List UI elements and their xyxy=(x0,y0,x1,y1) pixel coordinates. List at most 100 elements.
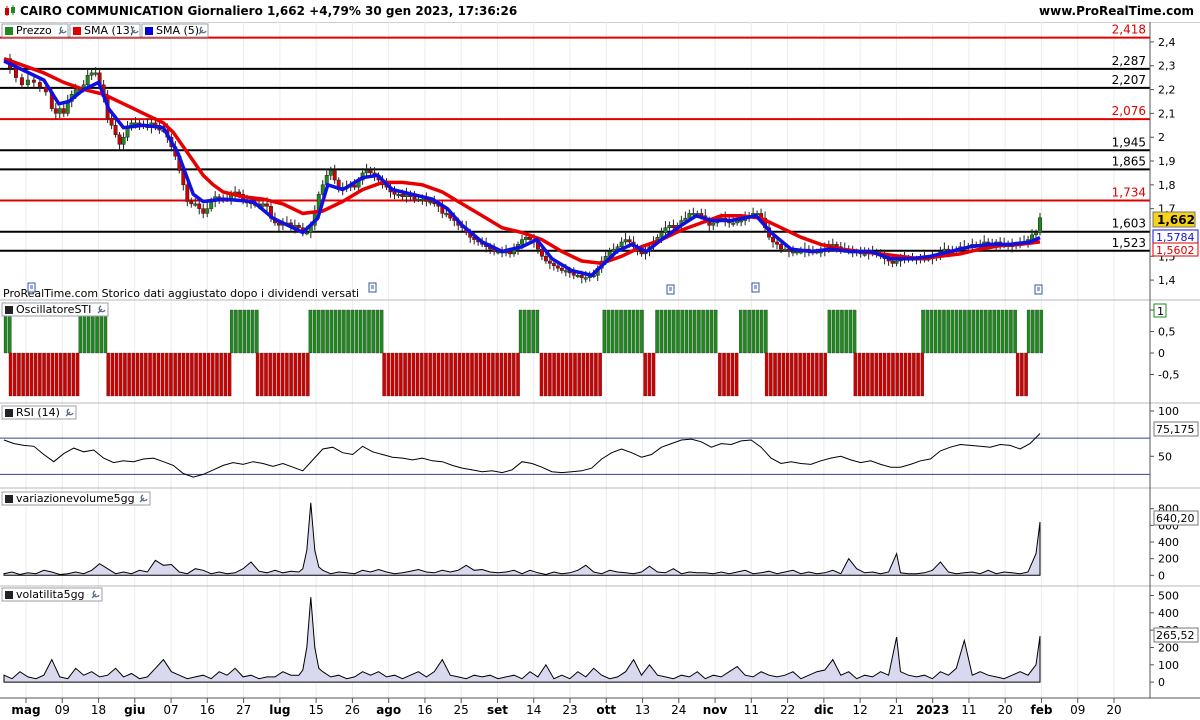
candle-body[interactable] xyxy=(663,227,668,233)
volatility-panel[interactable]: 5004003002001000 volatilita5gg 265,52 xyxy=(1,587,1199,689)
candle-body[interactable] xyxy=(547,260,552,264)
candle-body[interactable] xyxy=(25,79,30,86)
candle-body[interactable] xyxy=(133,122,138,125)
candle-body[interactable] xyxy=(53,108,58,114)
candle-body[interactable] xyxy=(623,239,628,243)
dividend-event-icon[interactable] xyxy=(1034,284,1043,295)
candle-body[interactable] xyxy=(671,225,676,228)
candle-body[interactable] xyxy=(559,267,564,271)
candle-body[interactable] xyxy=(57,108,62,114)
candle-body[interactable] xyxy=(619,241,624,247)
candle-body[interactable] xyxy=(791,251,795,254)
candle-body[interactable] xyxy=(890,260,895,264)
candle-body[interactable] xyxy=(412,196,417,200)
sti-legend[interactable]: OscillatoreSTI xyxy=(1,302,109,317)
candle-body[interactable] xyxy=(197,203,202,209)
candle-body[interactable] xyxy=(691,213,696,216)
candle-body[interactable] xyxy=(771,236,775,243)
price-panel[interactable]: 2,42,32,22,121,91,81,71,51,4 2,4182,2872… xyxy=(0,23,1199,300)
candle-body[interactable] xyxy=(189,201,194,205)
candle-body[interactable] xyxy=(185,184,190,202)
candle-body[interactable] xyxy=(894,260,899,264)
candle-body[interactable] xyxy=(579,275,584,278)
candle-body[interactable] xyxy=(520,239,524,245)
candle-body[interactable] xyxy=(444,213,449,216)
candle-body[interactable] xyxy=(731,222,736,225)
candle-body[interactable] xyxy=(667,225,672,228)
volume-change-panel[interactable]: 8006004002000 variazionevolume5gg 640,20 xyxy=(1,491,1199,582)
candle-body[interactable] xyxy=(416,198,421,201)
candle-body[interactable] xyxy=(93,72,98,75)
sti-bar xyxy=(836,309,840,354)
candle-body[interactable] xyxy=(109,117,114,126)
candle-body[interactable] xyxy=(201,208,206,214)
candle-body[interactable] xyxy=(583,277,588,280)
candle-body[interactable] xyxy=(571,272,576,276)
chart-area[interactable]: 2,42,32,22,121,91,81,71,51,4 2,4182,2872… xyxy=(0,22,1200,720)
candle-body[interactable] xyxy=(14,67,18,78)
candle-body[interactable] xyxy=(555,265,560,269)
candle-body[interactable] xyxy=(543,256,548,262)
sti-bar xyxy=(1009,309,1013,354)
sti-last-tag: 1 xyxy=(1153,303,1167,318)
dividend-event-icon[interactable] xyxy=(27,282,36,293)
dividend-event-icon[interactable] xyxy=(666,284,675,295)
sti-bar xyxy=(131,352,136,397)
candle-body[interactable] xyxy=(19,77,24,86)
candle-body[interactable] xyxy=(296,225,301,228)
candle-body[interactable] xyxy=(261,203,265,207)
candle-body[interactable] xyxy=(368,170,373,174)
dividend-event-icon[interactable] xyxy=(368,282,377,293)
candle-body[interactable] xyxy=(209,201,214,209)
candle-body[interactable] xyxy=(364,170,369,174)
candle-body[interactable] xyxy=(85,75,90,86)
candle-body[interactable] xyxy=(193,203,198,206)
candle-body[interactable] xyxy=(121,136,126,145)
candle-body[interactable] xyxy=(332,170,337,181)
candle-body[interactable] xyxy=(392,191,397,195)
rsi-legend[interactable]: RSI (14) xyxy=(1,405,77,420)
candle-body[interactable] xyxy=(783,248,787,251)
candle-body[interactable] xyxy=(428,201,433,204)
candle-body[interactable] xyxy=(265,203,269,207)
candle-body[interactable] xyxy=(627,239,632,243)
candle-body[interactable] xyxy=(304,232,309,235)
x-axis[interactable]: mag 09 18 giu 07 16 27 lug 15 26 ago 16 25 set 14 23 ott… xyxy=(11,698,1122,717)
sti-panel[interactable]: 10,50-0,5 OscillatoreSTI 1 xyxy=(1,302,1179,397)
candle-body[interactable] xyxy=(113,125,118,136)
candle-body[interactable] xyxy=(205,208,210,214)
candle-body[interactable] xyxy=(775,241,779,245)
candle-body[interactable] xyxy=(420,198,425,201)
candle-body[interactable] xyxy=(400,194,405,197)
candle-body[interactable] xyxy=(396,194,401,197)
volume-change-legend[interactable]: variazionevolume5gg xyxy=(1,491,151,506)
candle-body[interactable] xyxy=(117,134,122,145)
volatility-legend[interactable]: volatilita5gg xyxy=(1,587,103,602)
candle-body[interactable] xyxy=(1038,217,1042,233)
candle-body[interactable] xyxy=(739,220,744,223)
site-link[interactable]: www.ProRealTime.com xyxy=(1039,4,1194,18)
sti-bar xyxy=(449,352,453,397)
candle-body[interactable] xyxy=(61,108,66,114)
candle-body[interactable] xyxy=(1034,232,1038,236)
candle-body[interactable] xyxy=(31,79,36,83)
candle-body[interactable] xyxy=(575,275,580,278)
price-legend[interactable]: Prezzo SMA (13) SMA (5) xyxy=(1,23,209,38)
dividend-event-icon[interactable] xyxy=(751,282,760,293)
candle-body[interactable] xyxy=(639,251,644,255)
candle-body[interactable] xyxy=(37,82,42,88)
candle-body[interactable] xyxy=(779,244,783,250)
candle-body[interactable] xyxy=(551,263,556,267)
rsi-panel[interactable]: 100 50 RSI (14) 75,175 xyxy=(0,405,1199,478)
candle-body[interactable] xyxy=(862,253,867,256)
candle-body[interactable] xyxy=(563,270,568,273)
x-tick-label: 21 xyxy=(889,703,904,717)
candle-body[interactable] xyxy=(89,72,94,76)
candle-body[interactable] xyxy=(524,236,528,240)
sti-bar xyxy=(185,352,190,397)
candle-body[interactable] xyxy=(711,222,716,226)
candle-body[interactable] xyxy=(659,232,664,238)
candle-body[interactable] xyxy=(328,170,333,176)
candle-body[interactable] xyxy=(508,251,512,255)
candle-body[interactable] xyxy=(794,251,799,254)
